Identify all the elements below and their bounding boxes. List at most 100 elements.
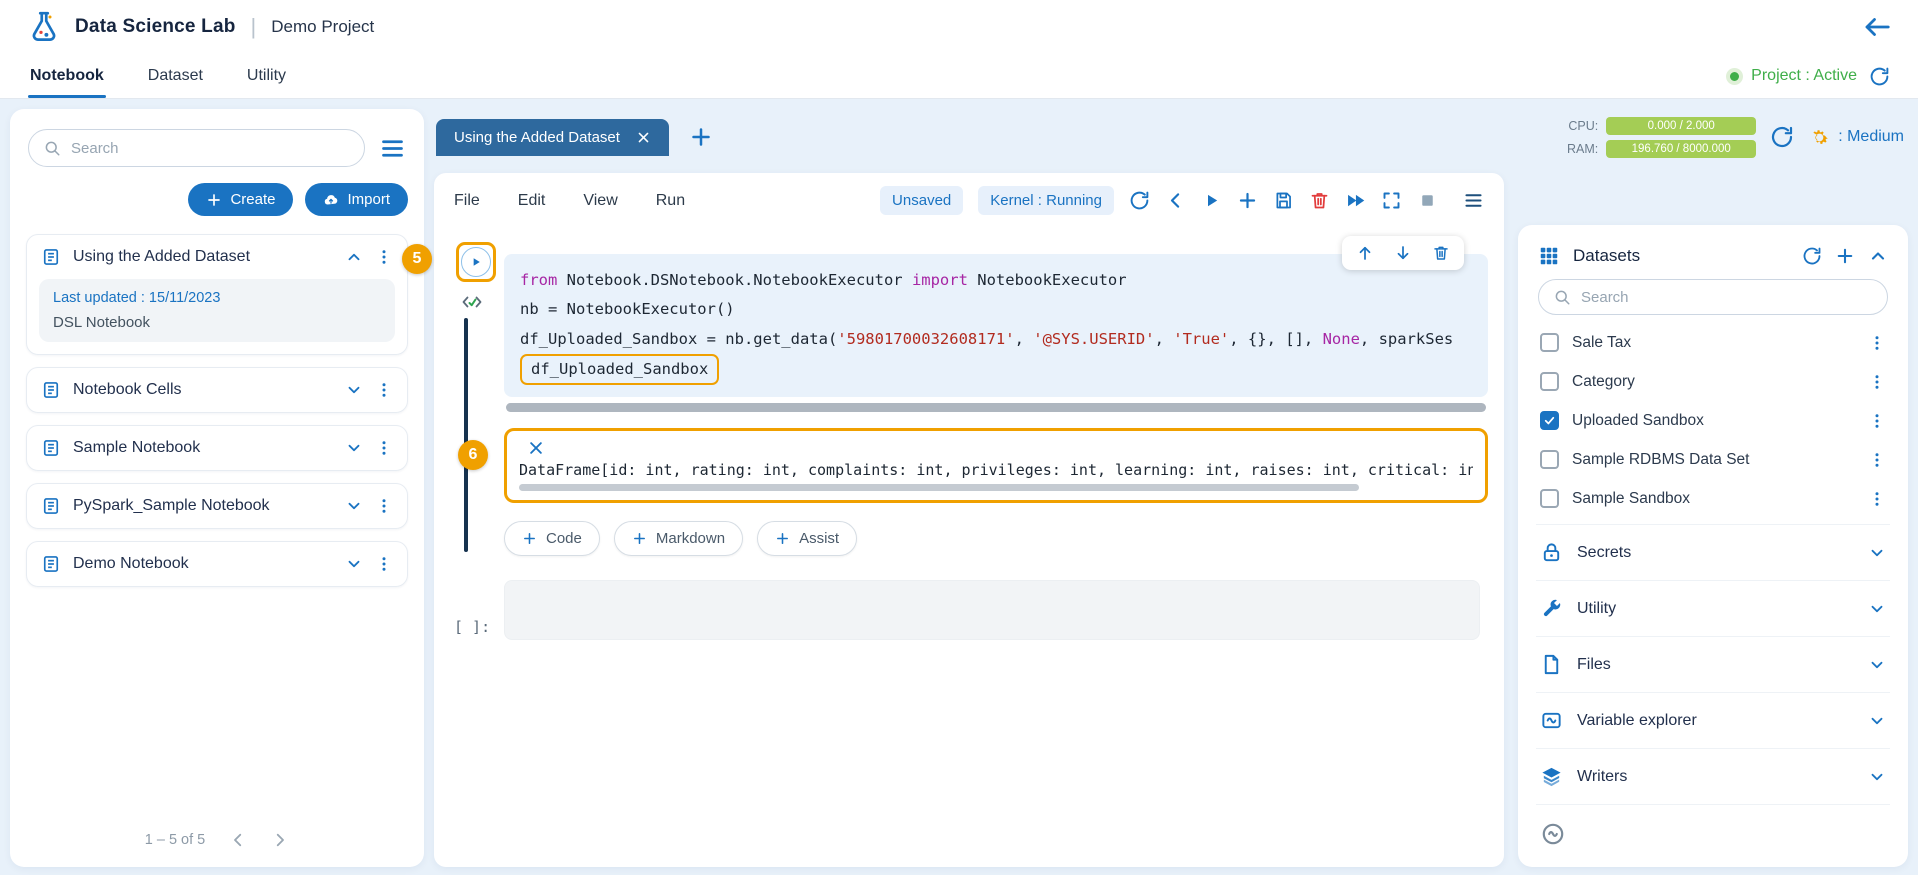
clear-output-icon[interactable] <box>527 439 545 457</box>
notebook-item[interactable]: Using the Added Dataset <box>33 237 401 277</box>
nav-tab-dataset[interactable]: Dataset <box>146 54 205 98</box>
collapse-datasets-icon[interactable] <box>1868 246 1888 266</box>
dataset-checkbox-category[interactable] <box>1540 372 1559 391</box>
empty-cell[interactable] <box>504 580 1480 640</box>
datasets-search-input[interactable] <box>1581 289 1873 306</box>
notebook-details[interactable]: Last updated : 15/11/2023 DSL Notebook <box>39 279 395 342</box>
chevron-down-icon[interactable] <box>345 555 363 573</box>
editor-menu-icon[interactable] <box>1463 190 1484 211</box>
refresh-resources-icon[interactable] <box>1770 125 1794 149</box>
run-cell-button[interactable] <box>461 247 491 277</box>
kebab-icon[interactable] <box>1868 451 1886 469</box>
next-page-icon[interactable] <box>271 831 289 849</box>
dataset-checkbox-uploaded-sandbox[interactable] <box>1540 411 1559 430</box>
add-assist-button[interactable]: Assist <box>757 521 857 556</box>
chevron-down-icon[interactable] <box>345 439 363 457</box>
run-all-icon[interactable] <box>1345 190 1366 211</box>
chevron-down-icon[interactable] <box>1868 768 1886 786</box>
notebook-item[interactable]: PySpark_Sample Notebook <box>33 486 401 526</box>
add-markdown-button[interactable]: Markdown <box>614 521 743 556</box>
kebab-icon[interactable] <box>1868 373 1886 391</box>
chevron-up-icon[interactable] <box>345 248 363 266</box>
delete-cell-icon[interactable] <box>1432 244 1450 262</box>
refresh-datasets-icon[interactable] <box>1802 246 1822 266</box>
move-cell-down-icon[interactable] <box>1394 244 1412 262</box>
dataset-checkbox-sale-tax[interactable] <box>1540 333 1559 352</box>
save-icon[interactable] <box>1273 190 1294 211</box>
notebook-card-sample-notebook: Sample Notebook <box>26 425 408 471</box>
section-files[interactable]: Files <box>1536 636 1890 692</box>
stop-icon[interactable] <box>1417 190 1438 211</box>
kebab-icon[interactable] <box>1868 412 1886 430</box>
center-top-row: Using the Added Dataset CPU: 0.000 / 2.0… <box>434 109 1908 165</box>
notebook-name: Sample Notebook <box>73 439 333 457</box>
chevron-down-icon[interactable] <box>345 497 363 515</box>
menu-file[interactable]: File <box>454 192 480 210</box>
code-cell: 5 <box>446 236 1492 556</box>
add-tab-icon[interactable] <box>689 125 713 149</box>
close-tab-icon[interactable] <box>636 130 651 145</box>
prev-page-icon[interactable] <box>229 831 247 849</box>
dataset-checkbox-sample-sandbox[interactable] <box>1540 489 1559 508</box>
output-scrollbar[interactable] <box>519 484 1359 491</box>
section-variable-explorer[interactable]: Variable explorer <box>1536 692 1890 748</box>
chevron-down-icon[interactable] <box>1868 656 1886 674</box>
menu-run[interactable]: Run <box>656 192 685 210</box>
cell-output: DataFrame[id: int, rating: int, complain… <box>504 428 1488 503</box>
notebook-item[interactable]: Notebook Cells <box>33 370 401 410</box>
instance-size[interactable]: : Medium <box>1808 126 1904 149</box>
import-label: Import <box>347 191 390 208</box>
pagination-label: 1 – 5 of 5 <box>145 832 205 848</box>
chevron-down-icon[interactable] <box>345 381 363 399</box>
datasets-title: Datasets <box>1573 246 1789 266</box>
add-cell-icon[interactable] <box>1237 190 1258 211</box>
chevron-down-icon[interactable] <box>1868 544 1886 562</box>
create-button[interactable]: Create <box>188 183 293 216</box>
utility-icon <box>1540 597 1563 620</box>
back-arrow-icon[interactable] <box>1862 12 1892 42</box>
horizontal-scrollbar[interactable] <box>506 403 1486 412</box>
fullscreen-icon[interactable] <box>1381 190 1402 211</box>
kebab-icon[interactable] <box>1868 334 1886 352</box>
move-cell-up-icon[interactable] <box>1356 244 1374 262</box>
notebook-item[interactable]: Demo Notebook <box>33 544 401 584</box>
writers-icon <box>1540 765 1563 788</box>
import-button[interactable]: Import <box>305 183 408 216</box>
chevron-down-icon[interactable] <box>1868 712 1886 730</box>
sidebar-menu-icon[interactable] <box>379 135 406 162</box>
add-code-button[interactable]: Code <box>504 521 600 556</box>
nav-tab-notebook[interactable]: Notebook <box>28 54 106 98</box>
dataset-checkbox-sample-rdbms-data-set[interactable] <box>1540 450 1559 469</box>
delete-notebook-icon[interactable] <box>1309 190 1330 211</box>
menu-edit[interactable]: Edit <box>518 192 546 210</box>
output-text: DataFrame[id: int, rating: int, complain… <box>519 461 1473 479</box>
kebab-icon[interactable] <box>375 555 393 573</box>
kebab-icon[interactable] <box>375 439 393 457</box>
restart-kernel-icon[interactable] <box>1129 190 1150 211</box>
dataset-row-sample-sandbox: Sample Sandbox <box>1536 479 1890 518</box>
tab-using-the-added-dataset[interactable]: Using the Added Dataset <box>436 119 669 156</box>
run-icon[interactable] <box>1201 190 1222 211</box>
kebab-icon[interactable] <box>375 497 393 515</box>
main-area: Create Import Using the Added Dataset La… <box>0 99 1918 875</box>
refresh-project-icon[interactable] <box>1869 66 1890 87</box>
kebab-icon[interactable] <box>1868 490 1886 508</box>
sidebar-search[interactable] <box>28 129 365 167</box>
kebab-icon[interactable] <box>375 381 393 399</box>
kebab-icon[interactable] <box>375 248 393 266</box>
collapse-icon[interactable] <box>1165 190 1186 211</box>
search-icon <box>1553 288 1571 306</box>
add-dataset-icon[interactable] <box>1835 246 1855 266</box>
sidebar-search-row <box>28 129 406 167</box>
dataset-row-sale-tax: Sale Tax <box>1536 323 1890 362</box>
notebook-item[interactable]: Sample Notebook <box>33 428 401 468</box>
nav-tab-utility[interactable]: Utility <box>245 54 288 98</box>
chevron-down-icon[interactable] <box>1868 600 1886 618</box>
datasets-search[interactable] <box>1538 279 1888 315</box>
section-writers[interactable]: Writers <box>1536 748 1890 804</box>
sidebar-search-input[interactable] <box>71 140 350 157</box>
code-editor[interactable]: from Notebook.DSNotebook.NotebookExecuto… <box>504 254 1488 397</box>
section-secrets[interactable]: Secrets <box>1536 524 1890 580</box>
menu-view[interactable]: View <box>583 192 617 210</box>
section-utility[interactable]: Utility <box>1536 580 1890 636</box>
